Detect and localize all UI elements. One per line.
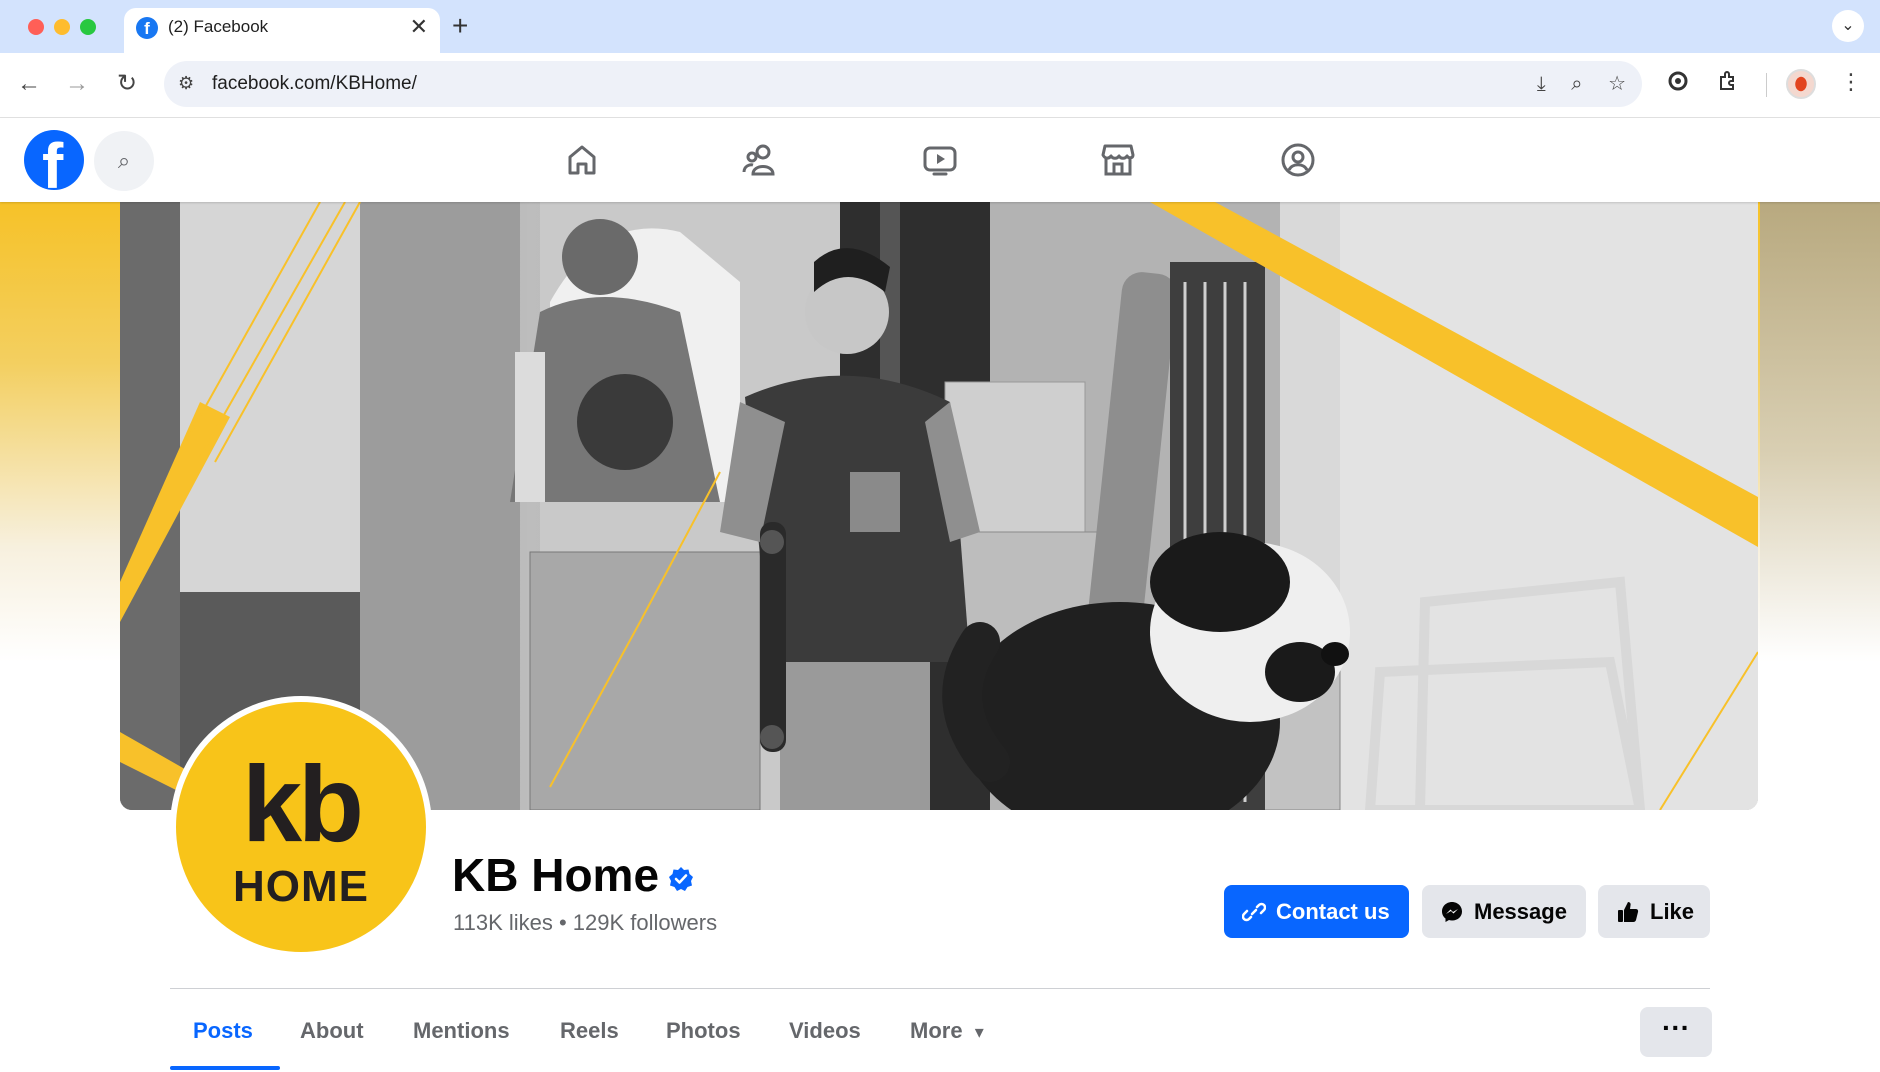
page-stats[interactable]: 113K likes • 129K followers: [453, 910, 717, 936]
like-label: Like: [1650, 899, 1695, 924]
browser-tab-facebook[interactable]: f (2) Facebook ✕: [124, 8, 440, 53]
contact-us-button[interactable]: Contact us: [1224, 885, 1409, 938]
site-settings-icon[interactable]: ⚙: [178, 73, 194, 94]
tab-close-icon[interactable]: ✕: [410, 14, 428, 40]
browser-toolbar: ← → ↻ ⚙ facebook.com/KBHome/ ⤓ ⌕ ☆ ⋮: [0, 53, 1880, 118]
search-icon[interactable]: ⌕: [94, 131, 154, 191]
like-button[interactable]: Like: [1598, 885, 1710, 938]
maximize-window-button[interactable]: [80, 19, 96, 35]
toolbar-divider: [1766, 73, 1767, 97]
bookmark-star-icon[interactable]: ☆: [1608, 73, 1626, 95]
extension-gear-icon[interactable]: [1666, 69, 1690, 99]
extensions-puzzle-icon[interactable]: [1716, 69, 1740, 99]
tab-more-label: More: [910, 1018, 963, 1043]
link-icon: [1242, 902, 1266, 922]
facebook-top-nav: f ⌕: [0, 118, 1880, 202]
profile-picture[interactable]: kb HOME: [170, 696, 432, 958]
friends-tab[interactable]: [700, 134, 820, 186]
messenger-icon: [1442, 902, 1462, 922]
facebook-logo-icon[interactable]: f: [24, 130, 84, 190]
header-divider: [170, 988, 1710, 989]
browser-tab-strip: f (2) Facebook ✕ + ⌄: [0, 0, 1880, 53]
tab-videos[interactable]: Videos: [789, 1018, 861, 1044]
message-label: Message: [1474, 899, 1567, 924]
logo-kb-text: kb: [241, 743, 364, 864]
url-text[interactable]: facebook.com/KBHome/: [212, 73, 417, 95]
tab-posts[interactable]: Posts: [193, 1018, 253, 1044]
new-tab-button[interactable]: +: [452, 10, 468, 42]
watch-tab[interactable]: [880, 134, 1000, 186]
tab-about[interactable]: About: [300, 1018, 364, 1044]
tab-title: (2) Facebook: [168, 17, 269, 36]
profile-avatar[interactable]: [1786, 69, 1816, 99]
profile-circle-icon: [1281, 143, 1315, 177]
address-bar[interactable]: ⚙ facebook.com/KBHome/ ⤓ ⌕ ☆: [164, 61, 1642, 107]
install-app-icon[interactable]: ⤓: [1537, 73, 1546, 95]
caret-down-icon: ▾: [974, 1022, 984, 1042]
logo-home-text: HOME: [233, 862, 369, 911]
kb-home-logo: kb HOME: [176, 702, 426, 952]
minimize-window-button[interactable]: [54, 19, 70, 35]
tab-more[interactable]: More ▾: [910, 1018, 984, 1044]
tab-mentions[interactable]: Mentions: [413, 1018, 510, 1044]
tab-reels[interactable]: Reels: [560, 1018, 619, 1044]
browser-window: f (2) Facebook ✕ + ⌄ ← → ↻ ⚙ facebook.co…: [0, 0, 1880, 1072]
home-tab[interactable]: [522, 134, 642, 186]
thumbs-up-icon: [1618, 902, 1639, 922]
friends-icon: [742, 144, 775, 176]
facebook-favicon-icon: f: [136, 17, 158, 39]
tab-search-menu-button[interactable]: ⌄: [1832, 10, 1864, 42]
profile-tab[interactable]: [1238, 134, 1358, 186]
home-icon: [568, 145, 596, 175]
message-button[interactable]: Message: [1422, 885, 1586, 938]
zoom-icon[interactable]: ⌕: [1571, 73, 1582, 95]
back-button[interactable]: ←: [12, 67, 46, 101]
page-title: KB Home: [452, 849, 660, 901]
marketplace-tab[interactable]: [1058, 134, 1178, 186]
verified-badge-icon: [669, 867, 693, 891]
active-tab-indicator: [170, 1066, 280, 1070]
marketplace-icon: [1101, 144, 1135, 176]
cover-backdrop-right: [1760, 202, 1880, 662]
video-icon: [923, 146, 957, 176]
contact-us-label: Contact us: [1276, 899, 1390, 924]
browser-menu-icon[interactable]: ⋮: [1840, 69, 1862, 95]
more-options-button[interactable]: ···: [1640, 1007, 1712, 1057]
close-window-button[interactable]: [28, 19, 44, 35]
reload-button[interactable]: ↻: [110, 67, 144, 101]
forward-button[interactable]: →: [60, 67, 94, 101]
tab-photos[interactable]: Photos: [666, 1018, 741, 1044]
